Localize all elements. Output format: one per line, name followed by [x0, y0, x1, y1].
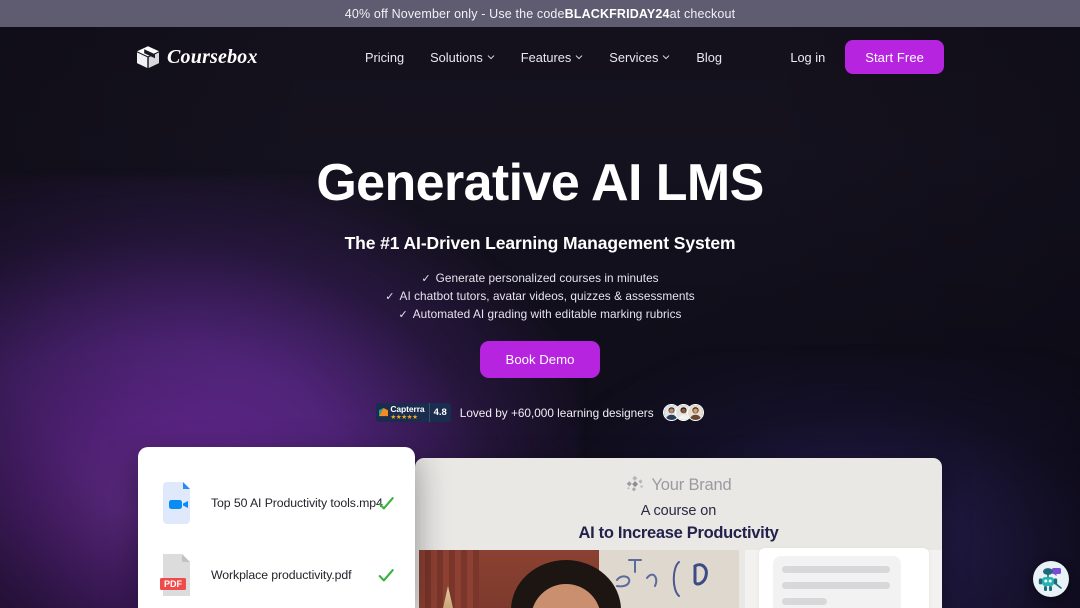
announcement-prefix: 40% off November only - Use the code	[344, 6, 565, 21]
hero-subheading: The #1 AI-Driven Learning Management Sys…	[344, 233, 736, 254]
brand-logo[interactable]: Coursebox	[135, 44, 258, 70]
capterra-text-group: Capterra ★★★★★	[390, 404, 424, 421]
course-preview-panel: Your Brand A course on AI to Increase Pr…	[415, 458, 942, 608]
file-name: Top 50 AI Productivity tools.mp4	[211, 496, 383, 510]
social-proof-text: Loved by +60,000 learning designers	[459, 405, 654, 420]
avatar-group	[662, 404, 704, 422]
capterra-score: 4.8	[433, 407, 447, 419]
book-demo-button[interactable]: Book Demo	[480, 341, 600, 379]
capterra-logo-group: Capterra ★★★★★	[376, 403, 428, 422]
check-icon: ✓	[385, 290, 395, 303]
skeleton-line	[782, 598, 827, 605]
nav-item-solutions[interactable]: Solutions	[430, 50, 495, 65]
hero-feature-label: Automated AI grading with editable marki…	[412, 307, 682, 322]
preview-course-title: AI to Increase Productivity	[578, 524, 779, 542]
nav-item-label: Solutions	[430, 49, 483, 65]
main-navigation: Coursebox Pricing Solutions Features Ser…	[0, 27, 1080, 87]
hero-heading: Generative AI LMS	[316, 154, 764, 212]
skeleton-line	[782, 566, 890, 573]
login-link[interactable]: Log in	[790, 50, 825, 65]
check-icon: ✓	[421, 272, 431, 285]
nav-item-features[interactable]: Features	[521, 50, 584, 65]
pdf-file-icon: PDF	[160, 554, 190, 596]
svg-text:PDF: PDF	[164, 579, 183, 589]
file-list-item[interactable]: Top 50 AI Productivity tools.mp4	[138, 475, 415, 531]
preview-content-column	[745, 548, 942, 608]
chevron-down-icon	[576, 55, 583, 60]
skeleton-card-light	[773, 556, 901, 608]
chevron-down-icon	[487, 55, 495, 60]
chevron-down-icon	[663, 55, 670, 60]
preview-brand-row: Your Brand	[415, 475, 942, 495]
hero-feature-item: ✓ Automated AI grading with editable mar…	[398, 307, 681, 321]
announcement-promo-code: BLACKFRIDAY24	[564, 6, 670, 21]
hero-feature-label: Generate personalized courses in minutes	[435, 271, 659, 286]
brand-name: Coursebox	[167, 45, 258, 68]
nav-item-label: Pricing	[365, 49, 405, 65]
capterra-stars: ★★★★★	[390, 414, 418, 422]
landing-page: 40% off November only - Use the code BLA…	[0, 0, 1080, 608]
check-icon: ✓	[398, 308, 408, 321]
file-name: Workplace productivity.pdf	[211, 568, 352, 582]
nav-links: Pricing Solutions Features Services Blog	[365, 50, 722, 65]
start-free-button[interactable]: Start Free	[845, 40, 944, 74]
preview-photo	[419, 550, 739, 608]
capterra-rating-badge[interactable]: Capterra ★★★★★ 4.8	[376, 403, 451, 423]
hero-feature-list: ✓ Generate personalized courses in minut…	[385, 271, 694, 321]
avatar	[686, 404, 704, 422]
nav-item-blog[interactable]: Blog	[696, 50, 722, 65]
nav-item-label: Features	[520, 49, 572, 65]
cube-icon	[137, 46, 159, 68]
hero-feature-item: ✓ AI chatbot tutors, avatar videos, quiz…	[385, 289, 694, 303]
green-check-icon	[378, 497, 394, 510]
preview-course-eyebrow: A course on	[640, 503, 717, 519]
chat-widget-button[interactable]	[1033, 561, 1069, 597]
announcement-bar[interactable]: 40% off November only - Use the code BLA…	[0, 0, 1080, 27]
nav-item-services[interactable]: Services	[609, 50, 670, 65]
green-check-icon	[378, 569, 394, 582]
nav-item-label: Blog	[696, 49, 722, 65]
file-list-item[interactable]: PDF Workplace productivity.pdf	[138, 547, 415, 603]
social-proof-row: Capterra ★★★★★ 4.8 Loved by +60,000 lear…	[376, 403, 704, 423]
announcement-suffix: at checkout	[669, 6, 736, 21]
nav-item-pricing[interactable]: Pricing	[365, 50, 404, 65]
skeleton-line	[782, 582, 890, 589]
hero-feature-item: ✓ Generate personalized courses in minut…	[421, 271, 658, 285]
uploaded-files-card: Top 50 AI Productivity tools.mp4 PDF Wor…	[138, 447, 415, 608]
nav-item-label: Services	[609, 49, 659, 65]
robot-chat-icon	[1034, 562, 1068, 596]
preview-brand-label: Your Brand	[651, 475, 732, 494]
video-file-icon	[163, 482, 190, 524]
hero-feature-label: AI chatbot tutors, avatar videos, quizze…	[399, 289, 695, 304]
nav-actions: Log in Start Free	[790, 40, 944, 74]
preview-content-sheet	[759, 548, 929, 608]
diamond-cluster-icon	[626, 475, 643, 492]
capterra-mark-icon	[379, 408, 389, 417]
whiteboard-scribble	[616, 559, 708, 597]
capterra-name: Capterra	[390, 404, 425, 415]
